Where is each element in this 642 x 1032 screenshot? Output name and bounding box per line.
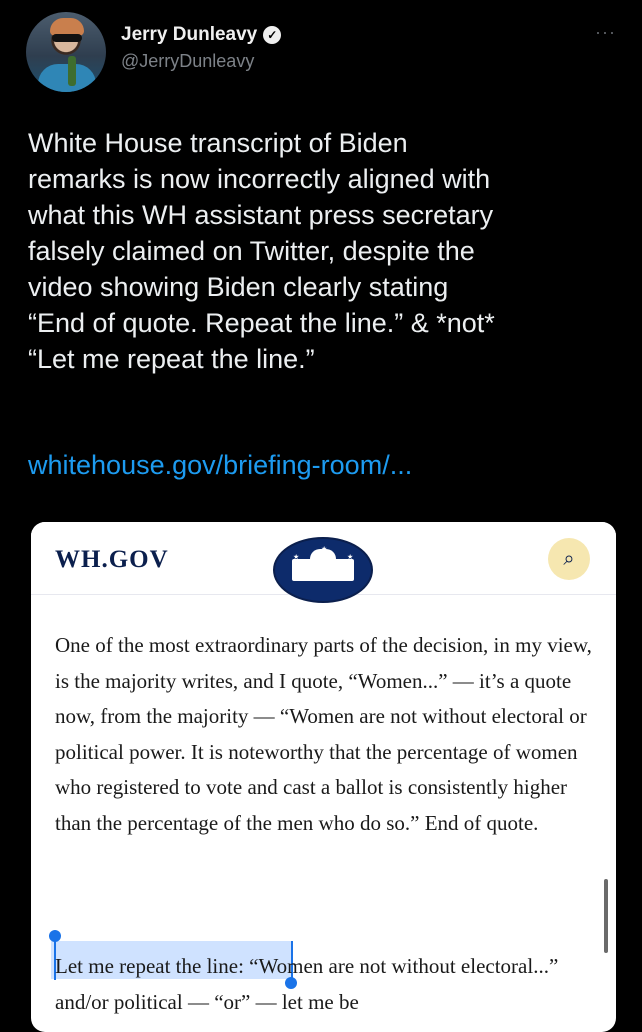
author-handle[interactable]: @JerryDunleavy — [121, 51, 254, 72]
white-house-seal-icon: ★ ★ ★ — [273, 537, 373, 603]
scrollbar[interactable] — [604, 879, 608, 953]
tweet-header: Jerry Dunleavy ✓ @JerryDunleavy ··· — [0, 0, 642, 100]
transcript-paragraph: One of the most extraordinary parts of t… — [55, 633, 592, 835]
avatar-bottle — [68, 56, 76, 86]
search-icon[interactable]: ⌕ — [548, 538, 590, 580]
verified-icon: ✓ — [263, 26, 282, 44]
avatar-glasses — [52, 34, 82, 42]
site-title[interactable]: WH.GOV — [55, 546, 169, 574]
author-row: Jerry Dunleavy ✓ — [121, 24, 282, 46]
embedded-screenshot-card[interactable]: WH.GOV ★ ★ ★ ⌕ One of the most extraordi… — [31, 522, 616, 1032]
selected-text: Let me repeat the line: — [55, 954, 244, 978]
white-house-building-icon — [292, 549, 354, 581]
tweet-link[interactable]: whitehouse.gov/briefing-room/... — [28, 450, 412, 481]
site-topbar: WH.GOV ★ ★ ★ ⌕ — [31, 522, 616, 603]
avatar[interactable] — [26, 12, 106, 92]
more-options-icon[interactable]: ··· — [595, 22, 616, 43]
avatar-shirt — [38, 64, 96, 92]
tweet-text: White House transcript of Biden remarks … — [28, 128, 495, 374]
transcript-continuation: Let me repeat the line: “Women are not w… — [55, 949, 595, 1020]
author-name[interactable]: Jerry Dunleavy — [121, 24, 257, 46]
